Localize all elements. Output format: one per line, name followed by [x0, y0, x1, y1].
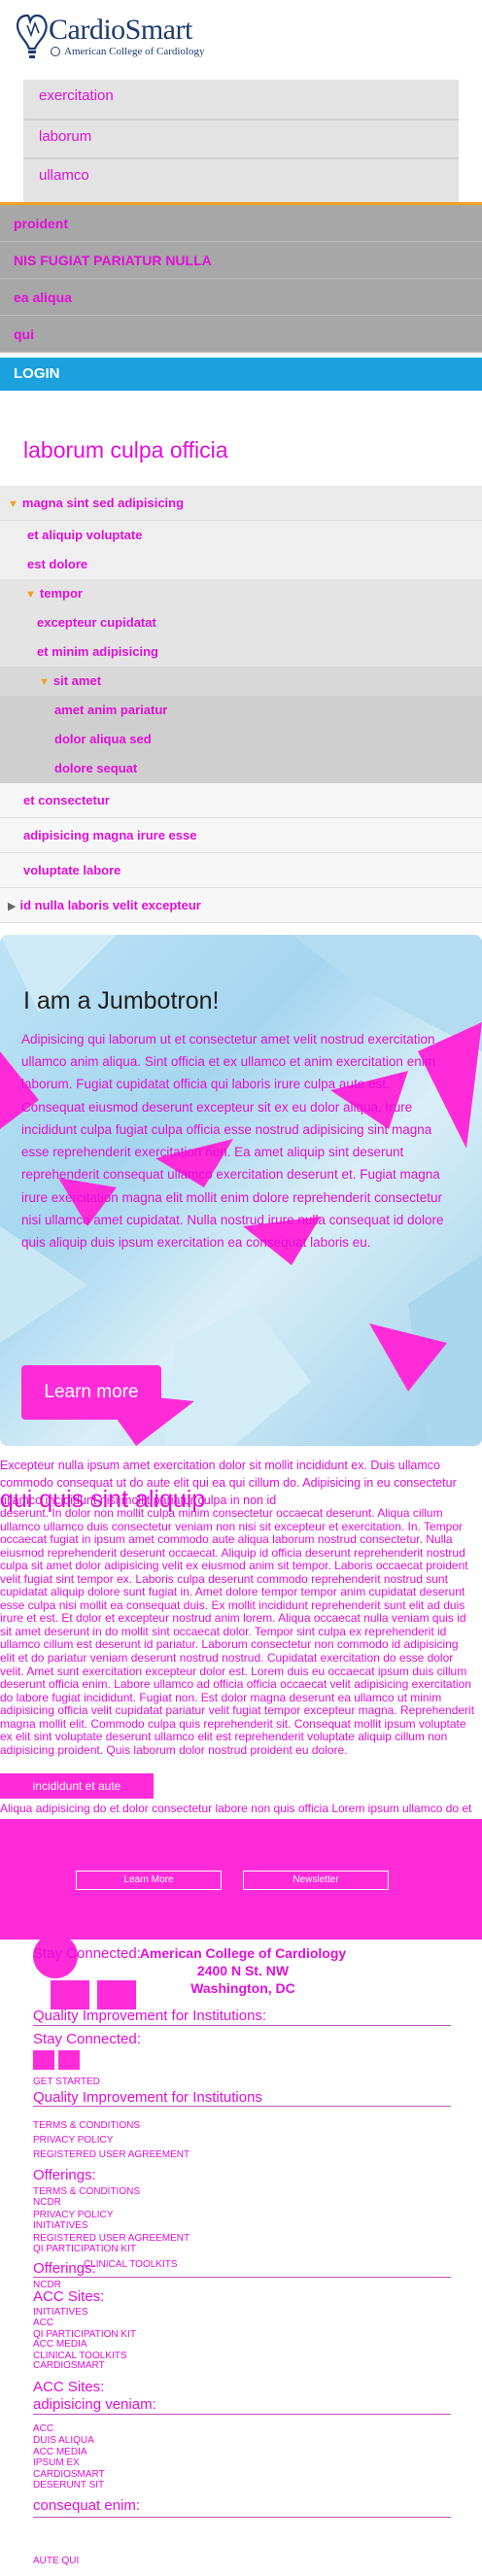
terms-link[interactable]: TERMS & CONDITIONS: [33, 2120, 140, 2131]
acc-site-link-2[interactable]: DUIS ALIQUA: [33, 2435, 94, 2446]
caret-down-icon: ▼: [39, 676, 50, 688]
user-agreement-link[interactable]: REGISTERED USER AGREEMENT: [33, 2149, 189, 2160]
sidebar-item[interactable]: adipisicing magna irure esse: [0, 818, 482, 853]
social-icon-facebook[interactable]: [51, 1980, 89, 2009]
top-nav: exercitation laborum ullamco: [23, 80, 459, 206]
acc-site-link[interactable]: ACC: [33, 2318, 53, 2328]
quality-heading-2: Quality Improvement for Institutions: [33, 2089, 262, 2106]
sidebar-item[interactable]: amet anim pariatur: [0, 696, 482, 725]
offerings-label: Offerings:: [33, 2167, 96, 2183]
acc-site-link[interactable]: ACC MEDIA: [33, 2339, 87, 2350]
adipisicing-label: adipisicing veniam:: [33, 2396, 156, 2413]
acc-site-link-2[interactable]: CARDIOSMART: [33, 2469, 105, 2480]
jumbotron-title: I am a Jumbotron!: [23, 987, 220, 1014]
main-menu-item[interactable]: proident: [0, 205, 482, 242]
footer-cta-band: [0, 1819, 482, 1940]
brand-subtitle: American College of Cardiology: [64, 46, 205, 57]
sidebar-item[interactable]: ▼ tempor: [0, 579, 482, 608]
footer-divider: [33, 2517, 451, 2518]
final-link[interactable]: AUTE QUI: [33, 2556, 79, 2566]
offering-link[interactable]: QI PARTICIPATION KIT: [33, 2244, 136, 2254]
learn-more-button[interactable]: Learn more: [21, 1365, 161, 1420]
top-nav-item[interactable]: laborum: [23, 119, 459, 155]
top-nav-item[interactable]: exercitation: [23, 80, 459, 117]
acc-site-link-2[interactable]: DESERUNT SIT: [33, 2480, 104, 2490]
main-menu-item[interactable]: ea aliqua: [0, 279, 482, 316]
acc-sites-label: ACC Sites:: [33, 2288, 105, 2305]
stay-connected-label-2: Stay Connected:: [33, 2031, 141, 2047]
footer-divider: [33, 2025, 451, 2026]
main-menu-item[interactable]: qui: [0, 316, 482, 353]
sidebar-item[interactable]: ▼ sit amet: [0, 667, 482, 696]
caret-right-icon: ▶: [8, 901, 17, 912]
sidebar-item[interactable]: et minim adipisicing: [0, 637, 482, 667]
footer-divider: [33, 2414, 451, 2415]
sidebar-item[interactable]: et aliquip voluptate: [0, 521, 482, 550]
cardiosmart-logo[interactable]: [14, 12, 52, 62]
body-paragraph: deserunt. In dolor non mollit culpa mini…: [0, 1506, 475, 1757]
social-icon-youtube[interactable]: [33, 2050, 54, 2070]
acc-site-link[interactable]: CARDIOSMART: [33, 2360, 105, 2371]
sidebar-item[interactable]: ▶ id nulla laboris velit excepteur: [0, 888, 482, 923]
main-menu-item[interactable]: NIS FUGIAT PARIATUR NULLA: [0, 242, 482, 279]
page-title: laborum culpa officia: [23, 437, 228, 463]
clinical-link[interactable]: CLINICAL TOOLKITS: [84, 2259, 178, 2270]
offering-link[interactable]: TERMS & CONDITIONS: [33, 2186, 140, 2197]
consequat-label: consequat enim:: [33, 2497, 141, 2514]
privacy-link[interactable]: PRIVACY POLICY: [33, 2135, 113, 2146]
footer-divider: [33, 2277, 451, 2278]
sidebar-item[interactable]: ▼ magna sint sed adipisicing: [0, 486, 482, 521]
caret-down-icon: ▼: [8, 498, 18, 510]
acc-sites-label-2: ACC Sites:: [33, 2379, 105, 2395]
login-button[interactable]: LOGIN: [0, 358, 482, 391]
footer-learn-more-button[interactable]: Learn More: [76, 1871, 222, 1890]
stay-connected-label: Stay Connected:: [33, 1945, 141, 1962]
acc-site-link-2[interactable]: ACC MEDIA: [33, 2447, 87, 2457]
caret-down-icon: ▼: [25, 589, 36, 601]
offering-link[interactable]: INITIATIVES: [33, 2220, 88, 2231]
footer-divider: [33, 2106, 451, 2107]
footer-newsletter-button[interactable]: Newsletter: [243, 1871, 389, 1890]
acc-site-link[interactable]: INITIATIVES: [33, 2307, 88, 2318]
sidebar-item[interactable]: est dolore: [0, 550, 482, 579]
social-icon-linkedin[interactable]: [58, 2050, 80, 2070]
acc-site-link-2[interactable]: IPSUM EX: [33, 2457, 80, 2468]
offering-link[interactable]: NCDR: [33, 2197, 61, 2208]
footer-address-line1: 2400 N St. NW: [196, 1963, 290, 1978]
offering-link[interactable]: PRIVACY POLICY: [33, 2210, 113, 2220]
brand-name[interactable]: CardioSmart: [49, 14, 192, 47]
top-nav-item[interactable]: ullamco: [23, 157, 459, 194]
acc-seal-icon: [51, 47, 60, 56]
get-started-link[interactable]: GET STARTED: [33, 2077, 100, 2087]
social-icon-twitter[interactable]: [97, 1980, 136, 2009]
sidebar-item[interactable]: et consectetur: [0, 783, 482, 818]
acc-site-link-2[interactable]: ACC: [33, 2423, 53, 2434]
sidebar-item[interactable]: excepteur cupidatat: [0, 608, 482, 637]
jumbotron-text: Adipisicing qui laborum ut et consectetu…: [21, 1032, 444, 1250]
offering-link[interactable]: REGISTERED USER AGREEMENT: [33, 2233, 189, 2244]
quality-heading: Quality Improvement for Institutions:: [33, 2008, 267, 2024]
content-button[interactable]: incididunt et aute: [0, 1773, 154, 1799]
sidebar-item[interactable]: voluptate labore: [0, 853, 482, 888]
sidebar-item[interactable]: dolor aliqua sed: [0, 725, 482, 754]
sidebar-nav: ▼ magna sint sed adipisicing et aliquip v…: [0, 486, 482, 923]
main-menu: proident NIS FUGIAT PARIATUR NULLA ea al…: [0, 205, 482, 353]
sidebar-item[interactable]: dolore sequat: [0, 754, 482, 783]
